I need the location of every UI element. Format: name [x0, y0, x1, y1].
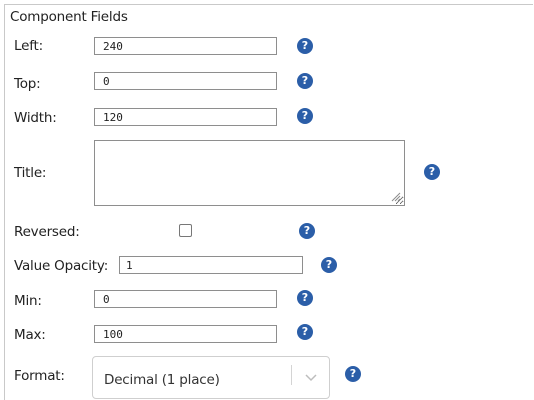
min-input[interactable]: [94, 290, 277, 308]
value-opacity-help-icon[interactable]: ?: [321, 257, 337, 273]
value-opacity-input[interactable]: [119, 256, 303, 274]
left-label: Left:: [14, 38, 43, 54]
width-input[interactable]: [94, 108, 277, 126]
min-label: Min:: [14, 293, 42, 309]
format-select[interactable]: Decimal (1 place): [92, 356, 330, 399]
left-input[interactable]: [94, 37, 277, 55]
format-label: Format:: [14, 368, 65, 384]
format-select-separator: [291, 365, 292, 385]
resize-grip-icon[interactable]: [391, 192, 401, 202]
title-label: Title:: [14, 165, 47, 181]
min-help-icon[interactable]: ?: [297, 290, 313, 306]
top-label: Top:: [14, 76, 41, 92]
reversed-label: Reversed:: [14, 224, 80, 240]
value-opacity-label: Value Opacity:: [14, 258, 109, 274]
reversed-help-icon[interactable]: ?: [299, 223, 315, 239]
top-help-icon[interactable]: ?: [297, 73, 313, 89]
title-textarea[interactable]: [94, 140, 405, 206]
format-selected-value: Decimal (1 place): [104, 372, 220, 388]
format-help-icon[interactable]: ?: [345, 366, 361, 382]
chevron-down-icon[interactable]: [304, 372, 318, 382]
max-help-icon[interactable]: ?: [297, 324, 313, 340]
panel-title: Component Fields: [10, 9, 128, 25]
width-help-icon[interactable]: ?: [297, 108, 313, 124]
title-help-icon[interactable]: ?: [424, 164, 440, 180]
width-label: Width:: [14, 110, 57, 126]
reversed-checkbox[interactable]: [179, 224, 192, 237]
max-label: Max:: [14, 327, 46, 343]
top-input[interactable]: [94, 72, 277, 90]
left-help-icon[interactable]: ?: [297, 38, 313, 54]
max-input[interactable]: [94, 325, 277, 343]
